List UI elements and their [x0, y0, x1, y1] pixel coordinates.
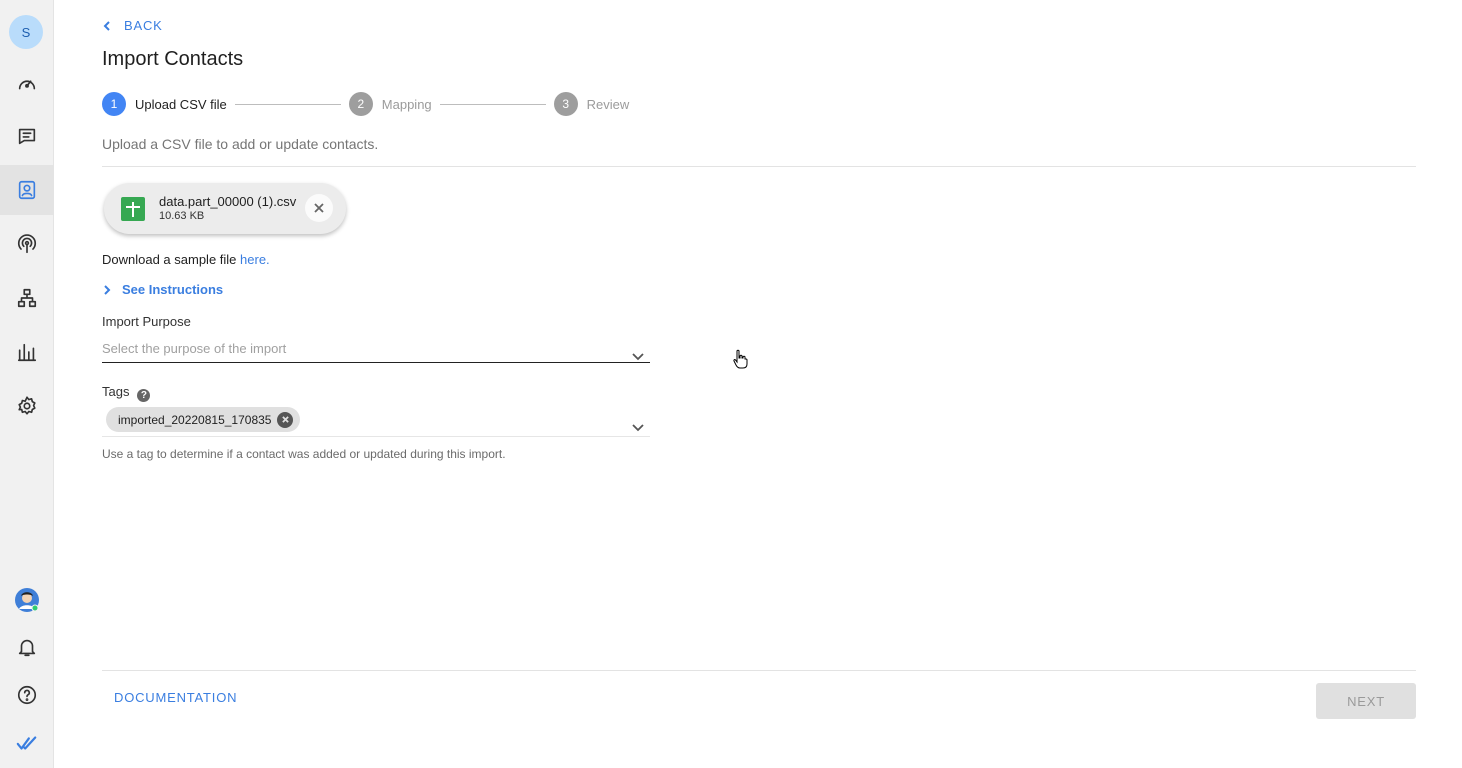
sidebar-help[interactable] — [0, 670, 54, 720]
contacts-icon — [18, 180, 36, 200]
sample-file-link[interactable]: here. — [240, 252, 270, 267]
sidebar-notifications[interactable] — [0, 622, 54, 672]
close-icon — [314, 203, 324, 213]
chevron-left-icon — [103, 20, 110, 31]
step-number: 3 — [553, 92, 578, 116]
sidebar: S — [0, 0, 54, 768]
back-button[interactable]: BACK — [102, 18, 163, 33]
step-connector — [439, 103, 546, 105]
see-instructions-toggle[interactable]: See Instructions — [102, 282, 223, 297]
tags-label-row: Tags? — [102, 384, 151, 402]
next-button[interactable]: NEXT — [1316, 683, 1416, 719]
broadcast-icon — [17, 234, 37, 254]
step-upload-csv: 1 Upload CSV file — [102, 92, 227, 116]
step-number: 2 — [348, 92, 373, 116]
chevron-right-icon — [104, 284, 111, 295]
file-name: data.part_00000 (1).csv — [159, 193, 297, 209]
instructions-label: See Instructions — [122, 282, 224, 297]
import-stepper: 1 Upload CSV file 2 Mapping 3 Review — [102, 92, 629, 116]
import-purpose-label: Import Purpose — [102, 314, 191, 329]
back-label: BACK — [124, 18, 163, 33]
user-avatar-icon — [15, 588, 39, 612]
step-connector — [234, 103, 341, 105]
import-purpose-select[interactable]: Select the purpose of the import — [102, 339, 650, 363]
notifications-bell-icon — [18, 639, 36, 657]
tag-chip: imported_20220815_170835 — [106, 407, 301, 432]
remove-file-button[interactable] — [305, 194, 333, 222]
divider — [102, 166, 1416, 167]
sidebar-item-reports[interactable] — [0, 327, 54, 377]
help-circle-icon[interactable]: ? — [137, 389, 151, 402]
step-number: 1 — [102, 92, 126, 116]
sidebar-item-contacts[interactable] — [0, 165, 54, 215]
sidebar-item-settings[interactable] — [0, 381, 54, 431]
footer-divider — [102, 670, 1416, 671]
hand-cursor-icon — [733, 349, 748, 369]
workspace-avatar[interactable]: S — [9, 15, 43, 49]
chevron-down-icon[interactable] — [632, 419, 644, 432]
page-title: Import Contacts — [102, 48, 244, 70]
dashboard-gauge-icon — [18, 80, 36, 90]
brand-logo-icon — [16, 736, 37, 750]
sidebar-item-conversations[interactable] — [0, 111, 54, 161]
tags-hint: Use a tag to determine if a contact was … — [102, 447, 506, 461]
step-review: 3 Review — [553, 92, 630, 116]
sample-file-text: Download a sample file here. — [102, 252, 270, 267]
settings-icon — [18, 396, 36, 415]
sidebar-item-dashboard[interactable] — [0, 59, 54, 109]
help-icon — [17, 685, 37, 705]
upload-subtitle: Upload a CSV file to add or update conta… — [102, 136, 379, 152]
sidebar-item-workflows[interactable] — [0, 273, 54, 323]
tags-input[interactable]: imported_20220815_170835 — [102, 405, 650, 437]
close-icon — [282, 416, 289, 423]
sidebar-brand[interactable] — [0, 718, 54, 768]
sidebar-item-broadcasts[interactable] — [0, 219, 54, 269]
spreadsheet-file-icon — [121, 196, 145, 221]
sidebar-user-avatar[interactable] — [0, 575, 54, 625]
tag-chip-label: imported_20220815_170835 — [118, 412, 272, 427]
conversations-icon — [18, 128, 36, 145]
workflows-icon — [17, 288, 37, 308]
remove-tag-button[interactable] — [277, 411, 294, 428]
step-label: Upload CSV file — [135, 96, 227, 112]
tags-label: Tags — [102, 384, 130, 399]
step-label: Mapping — [381, 96, 432, 112]
main-content: BACK Import Contacts 1 Upload CSV file 2… — [102, 0, 1416, 768]
step-label: Review — [586, 96, 630, 112]
import-purpose-placeholder: Select the purpose of the import — [102, 341, 287, 356]
step-mapping: 2 Mapping — [348, 92, 432, 116]
file-size: 10.63 KB — [159, 209, 205, 222]
documentation-link[interactable]: DOCUMENTATION — [114, 690, 237, 705]
chevron-down-icon — [632, 348, 644, 361]
reports-icon — [17, 343, 37, 362]
sample-file-label: Download a sample file — [102, 252, 241, 267]
uploaded-file-chip: data.part_00000 (1).csv 10.63 KB — [104, 183, 346, 234]
